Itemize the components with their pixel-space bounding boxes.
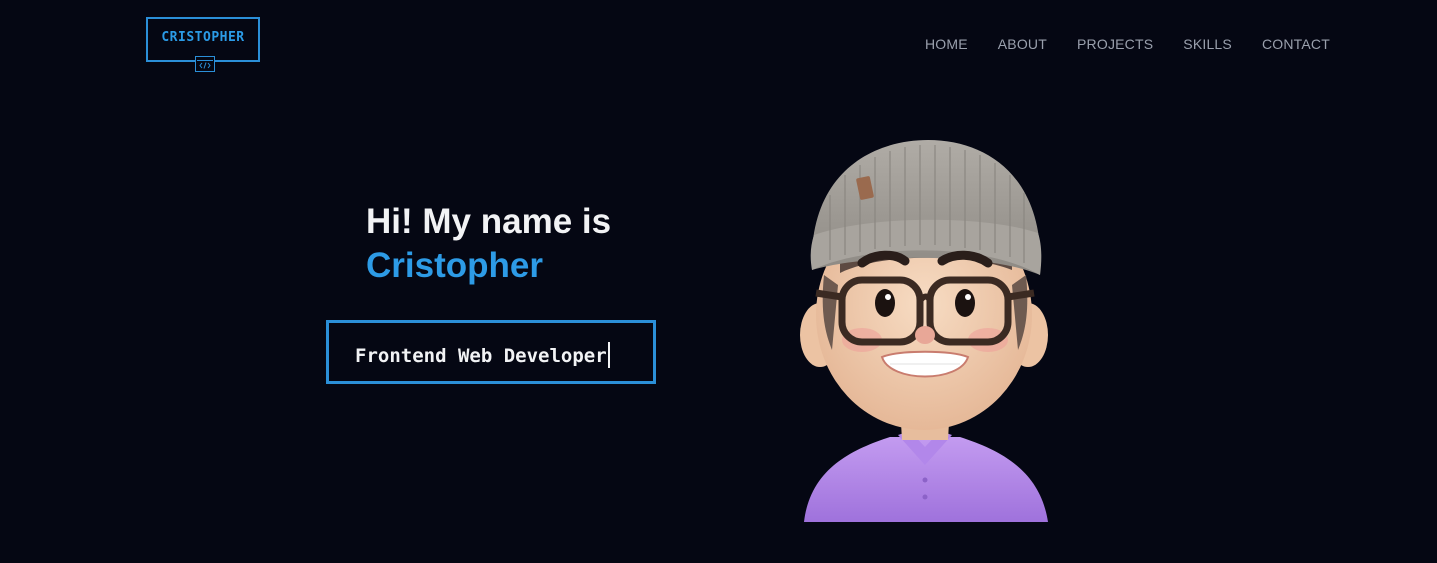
role-box: Frontend Web Developer [326,320,656,384]
role-text-wrapper: Frontend Web Developer [355,342,610,368]
nav-projects[interactable]: PROJECTS [1077,36,1153,52]
nav-about[interactable]: ABOUT [998,36,1047,52]
nav-contact[interactable]: CONTACT [1262,36,1330,52]
logo-text: CRISTOPHER [161,30,245,45]
code-brackets-icon [195,56,215,72]
avatar [790,135,1060,525]
nav-skills[interactable]: SKILLS [1183,36,1232,52]
3d-avatar-illustration [800,140,1048,522]
role-text: Frontend Web Developer [355,345,607,367]
hero-name: Cristopher [366,246,543,285]
logo[interactable]: CRISTOPHER [146,17,260,72]
main-nav: HOME ABOUT PROJECTS SKILLS CONTACT [895,36,1330,52]
hero-greeting: Hi! My name is [366,202,612,241]
nav-home[interactable]: HOME [925,36,968,52]
typing-cursor [607,342,610,368]
